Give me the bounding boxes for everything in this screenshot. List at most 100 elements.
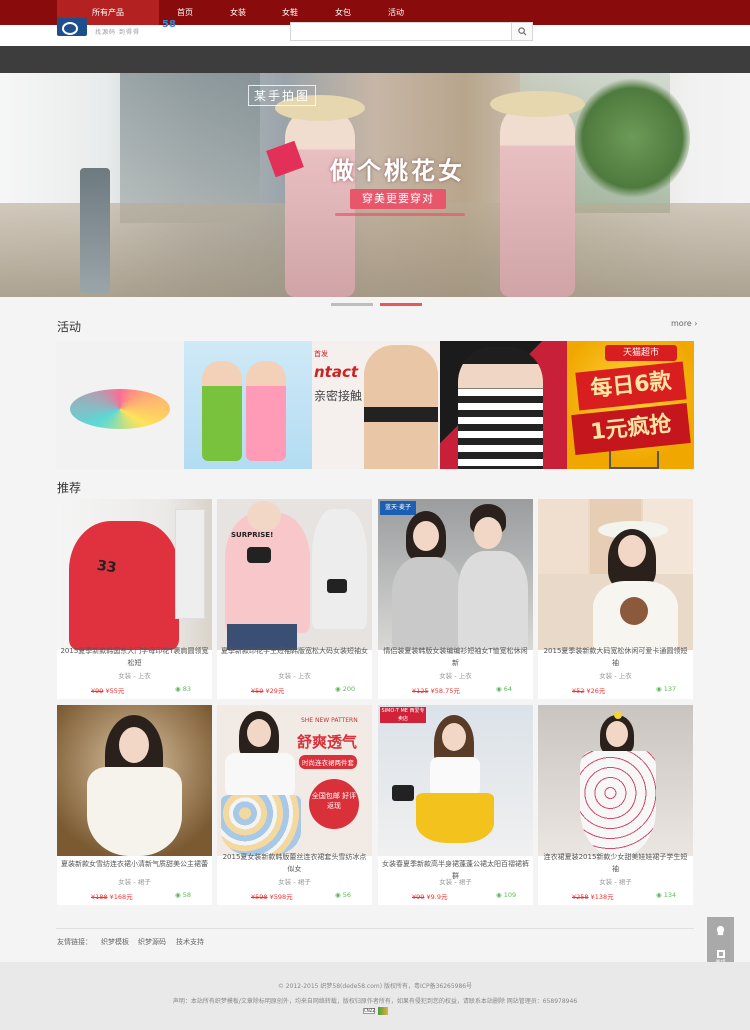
banner-brush-stroke [335,213,465,216]
product-image[interactable] [538,705,693,856]
product-views: ◉ 64 [496,685,513,693]
banner-subtitle: 穿美更要穿对 [350,189,446,209]
logo-slogan: 找源码 到得得 [95,29,140,36]
recommend-section-title: 推荐 [57,481,82,495]
product-category: 女装 - 上衣 [599,672,632,680]
certificate-icon[interactable] [378,1007,388,1015]
eye-icon: ◉ [496,685,502,693]
product-category: 女装 - 裙子 [439,878,472,886]
product-views: ◉ 56 [335,891,352,899]
brand-label: 蓝天·麦子 [380,501,416,515]
eye-icon: ◉ [335,685,341,693]
product-price: ¥188 ¥168元 [91,893,133,901]
product-price: ¥125 ¥58.75元 [412,687,460,695]
product-card[interactable]: 蓝天·麦子 情侣装夏装韩版女装编编衫短袖女T恤宽松休闲新 女装 - 上衣 ¥12… [378,499,533,699]
product-price: ¥52 ¥26元 [572,687,606,695]
product-name[interactable]: 连衣裙夏装2015新款少女甜美娃娃裙子学生短袖 [541,851,690,875]
tile3-subtitle: 亲密接触 [314,389,363,403]
banner-building-left [120,73,260,223]
activity-tile-tmall[interactable]: 天猫超市 每日6款 1元疯抢 [567,341,694,469]
product-image[interactable]: SHE NEW PATTERN 舒爽透气 时尚连衣裙两件套 全国包邮 好评返现 [217,705,372,856]
nav-womens-clothing[interactable]: 女装 [218,0,258,25]
product-card[interactable]: 33 2015夏季新款韩国东大门字母印花T裹肩圆领宽松短 女装 - 上衣 ¥99… [57,499,212,699]
banner-pole [80,168,110,293]
product-price: ¥99 ¥9.9元 [412,893,448,901]
product-category: 女装 - 上衣 [118,672,151,680]
carousel-dot-2-active[interactable] [380,303,422,306]
product-name[interactable]: 2015夏季装新款大码宽松休闲可爱卡通圆领短袖 [541,645,690,669]
product-card[interactable]: 2015夏季装新款大码宽松休闲可爱卡通圆领短袖 女装 - 上衣 ¥52 ¥26元… [538,499,693,699]
surprise-text: SURPRISE! [231,531,274,539]
site-logo-icon[interactable] [57,18,87,36]
banner-hat-right [490,91,585,117]
store-label: SIMO-T ME 西爱专卖店 [380,707,426,723]
lingerie-model-image [364,345,438,469]
product-name[interactable]: 情侣装夏装韩版女装编编衫短袖女T恤宽松休闲新 [381,645,530,669]
friend-link[interactable]: 织梦模板 [101,937,129,947]
product-category: 女装 - 裙子 [599,878,632,886]
product-name[interactable]: 2015夏女装新款韩版蕾丝连衣裙套头雪纺冰点似女 [220,851,369,875]
category-bar [0,46,750,73]
page: 所有产品 首页 女装 女鞋 女包 活动 找源码 到得得 58 某手拍图 做个桃花… [0,0,750,1030]
product-name[interactable]: 夏装新款女雪纺连衣裙小清新气质甜美公主裙蕾 [60,858,209,870]
product-card[interactable]: SIMO-T ME 西爱专卖店 女装春夏季新款高半身裙蓬蓬公裙太阳百褶裙裤群 女… [378,705,533,905]
logo-deco: 58 [162,19,176,30]
carousel-dot-1[interactable] [331,303,373,306]
links-label: 友情链接： [57,938,92,946]
promo-line1: SHE NEW PATTERN [301,717,358,724]
product-image[interactable]: 蓝天·麦子 [378,499,533,650]
product-views: ◉ 134 [656,891,677,899]
friend-link[interactable]: 技术支持 [176,937,204,947]
search-icon [517,27,526,36]
kid-boy-image [202,361,242,461]
search-input[interactable] [290,22,512,41]
banner-tree [575,78,690,198]
product-category: 女装 - 上衣 [278,672,311,680]
sandal-image [70,389,170,429]
activity-more-link[interactable]: more › [671,319,697,328]
tile3-note: 首发 [314,350,328,358]
links-divider [56,928,694,929]
product-views: ◉ 58 [175,891,192,899]
cart-icon [609,451,659,469]
qr-icon [716,949,725,958]
kid-girl-image [246,361,286,461]
eye-icon: ◉ [496,891,502,899]
eye-icon: ◉ [656,685,662,693]
tile5-top-label: 天猫超市 [605,345,677,361]
product-image[interactable]: SURPRISE! [217,499,372,650]
activity-tile-lingerie[interactable]: 首发 ntact 亲密接触 [312,341,440,469]
product-image[interactable] [538,499,693,650]
product-name[interactable]: 夏季新款印花字生短袖韩版宽松大码女装短袖女 [220,645,369,657]
customer-service-button[interactable] [707,917,734,944]
promo-line2: 舒爽透气 [297,733,358,751]
product-name[interactable]: 2015夏季新款韩国东大门字母印花T裹肩圆领宽松短 [60,645,209,669]
footer-notice: 声明：本站所有织梦模板/文章除标明原创外，均来自网络转载，版权归原作者所有，如果… [172,998,578,1005]
product-card[interactable]: 连衣裙夏装2015新款少女甜美娃娃裙子学生短袖 女装 - 裙子 ¥258 ¥13… [538,705,693,905]
eye-icon: ◉ [656,891,662,899]
product-card[interactable]: SURPRISE! 夏季新款印花字生短袖韩版宽松大码女装短袖女 女装 - 上衣 … [217,499,372,699]
cnzz-badge[interactable]: CNZZ [363,1008,375,1014]
product-views: ◉ 200 [335,685,356,693]
activity-tile-stripes[interactable] [440,341,568,469]
search-button[interactable] [511,22,533,41]
product-image[interactable]: 33 [57,499,212,650]
product-card[interactable]: 夏装新款女雪纺连衣裙小清新气质甜美公主裙蕾 女装 - 裙子 ¥188 ¥168元… [57,705,212,905]
activity-section-title: 活动 [57,320,82,334]
product-views: ◉ 109 [496,891,517,899]
activity-tile-kids[interactable] [184,341,312,469]
product-price: ¥99 ¥55元 [91,687,125,695]
product-image[interactable]: SIMO-T ME 西爱专卖店 [378,705,533,856]
product-category: 女装 - 裙子 [278,878,311,886]
product-image[interactable] [57,705,212,856]
product-price: ¥598 ¥598元 [251,893,293,901]
product-card[interactable]: SHE NEW PATTERN 舒爽透气 时尚连衣裙两件套 全国包邮 好评返现 … [217,705,372,905]
eye-icon: ◉ [175,891,181,899]
tile5-line1: 每日6款 [575,361,687,411]
banner-model-left [285,108,355,297]
activity-tile-sandals[interactable] [56,341,184,469]
friend-link[interactable]: 织梦源码 [138,937,166,947]
product-views: ◉ 83 [175,685,192,693]
stripe-model-image [458,347,543,469]
hero-banner[interactable]: 某手拍图 做个桃花女 穿美更要穿对 [0,73,750,297]
